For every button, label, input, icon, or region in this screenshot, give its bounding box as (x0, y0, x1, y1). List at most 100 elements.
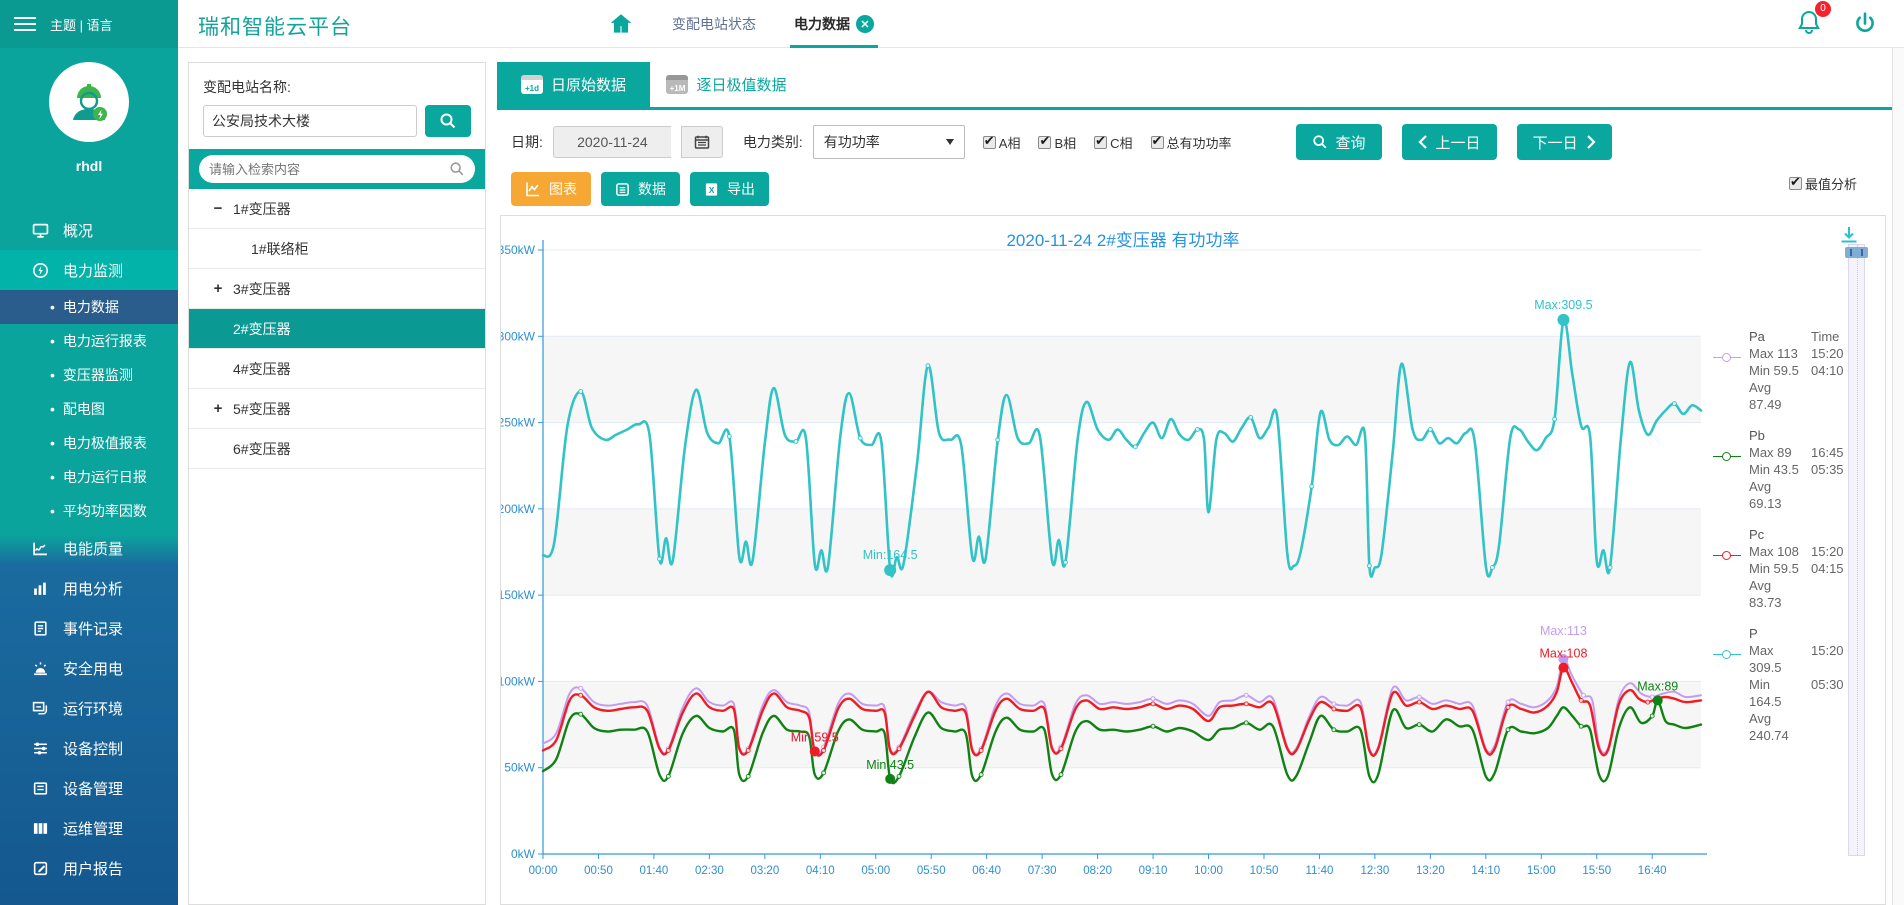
sidebar-item-environment[interactable]: 运行环境 (0, 688, 178, 728)
svg-text:13:20: 13:20 (1416, 865, 1445, 877)
tree-node-transformer6[interactable]: 6#变压器 (189, 429, 485, 469)
svg-text:02:30: 02:30 (695, 865, 724, 877)
sidebar-item-power-monitor[interactable]: 电力监测 (0, 250, 178, 290)
page-scrollbar[interactable] (1892, 48, 1904, 905)
hamburger-menu-icon[interactable] (14, 13, 36, 35)
notification-bell[interactable]: 0 (1796, 8, 1822, 41)
svg-text:09:10: 09:10 (1139, 865, 1168, 877)
power-chart[interactable]: 0kW50kW100kW150kW200kW250kW300kW350kW00:… (501, 216, 1885, 904)
calendar-1d-icon: +1d (521, 75, 543, 94)
svg-text:Max:108: Max:108 (1539, 647, 1587, 661)
tab-daily-extreme-data[interactable]: +1M 逐日极值数据 (650, 62, 803, 107)
tree-node-transformer5[interactable]: + 5#变压器 (189, 389, 485, 429)
svg-text:10:50: 10:50 (1250, 865, 1279, 877)
svg-text:08:20: 08:20 (1083, 865, 1112, 877)
svg-text:350kW: 350kW (501, 243, 536, 257)
nav-tab-power-data[interactable]: 电力数据 ✕ (794, 0, 874, 48)
theme-language-link[interactable]: 主题 | 语言 (50, 15, 113, 34)
bar-chart-icon (32, 580, 49, 597)
date-input[interactable]: 2020-11-24 (553, 126, 671, 158)
tree-node-transformer3[interactable]: + 3#变压器 (189, 269, 485, 309)
svg-text:150kW: 150kW (501, 588, 536, 602)
query-button[interactable]: 查询 (1296, 124, 1382, 160)
tree-node-transformer4[interactable]: 4#变压器 (189, 349, 485, 389)
sidebar-item-usage-analysis[interactable]: 用电分析 (0, 568, 178, 608)
station-search-button[interactable] (425, 105, 471, 137)
sidebar-subitem-distribution-diagram[interactable]: •配电图 (0, 392, 178, 426)
svg-text:04:10: 04:10 (806, 865, 835, 877)
tree-node-tie-cabinet1[interactable]: 1#联络柜 (189, 229, 485, 269)
svg-text:Min:43.5: Min:43.5 (866, 758, 914, 772)
topbar: 瑞和智能云平台 变配电站状态 电力数据 ✕ 0 (178, 0, 1904, 48)
power-logout-icon[interactable] (1852, 11, 1878, 37)
y-axis-zoom-slider[interactable] (1848, 244, 1865, 856)
svg-text:100kW: 100kW (501, 674, 536, 688)
tab-daily-raw-data[interactable]: +1d 日原始数据 (497, 62, 650, 107)
page-title: 瑞和智能云平台 (198, 11, 352, 41)
p-series-marker-icon (1713, 650, 1741, 659)
search-icon (439, 112, 457, 130)
checkbox-phase-b[interactable]: B相 (1038, 133, 1076, 152)
sidebar-item-overview[interactable]: 概况 (0, 210, 178, 250)
expand-icon[interactable]: + (211, 400, 225, 417)
power-category-select[interactable]: 有功功率 (813, 125, 965, 159)
tree-node-transformer1[interactable]: − 1#变压器 (189, 189, 485, 229)
collapse-icon[interactable]: − (211, 200, 225, 217)
tree-filter-input[interactable] (209, 162, 449, 177)
alarm-icon (32, 660, 49, 677)
sidebar-item-user-report[interactable]: 用户报告 (0, 848, 178, 888)
sidebar-subitem-power-report[interactable]: •电力运行报表 (0, 324, 178, 358)
sidebar-item-event-record[interactable]: 事件记录 (0, 608, 178, 648)
svg-text:10:00: 10:00 (1194, 865, 1223, 877)
checkbox-icon (983, 136, 996, 149)
sidebar-item-energy-quality[interactable]: 电能质量 (0, 528, 178, 568)
sidebar-item-device-management[interactable]: 设备管理 (0, 768, 178, 808)
close-tab-icon[interactable]: ✕ (856, 15, 874, 33)
pa-series-marker-icon (1713, 353, 1741, 362)
tree-node-transformer2[interactable]: 2#变压器 (189, 309, 485, 349)
calendar-picker-button[interactable] (681, 126, 723, 158)
sidebar-subitem-daily-report[interactable]: •电力运行日报 (0, 460, 178, 494)
svg-text:03:20: 03:20 (750, 865, 779, 877)
sidebar-item-safe-power[interactable]: 安全用电 (0, 648, 178, 688)
excel-export-icon: X (704, 182, 719, 197)
date-label: 日期: (511, 132, 543, 152)
sidebar-subitem-extreme-report[interactable]: •电力极值报表 (0, 426, 178, 460)
sidebar-subitem-power-data[interactable]: •电力数据 (0, 290, 178, 324)
sidebar-item-device-control[interactable]: 设备控制 (0, 728, 178, 768)
pb-series-marker-icon (1713, 452, 1741, 461)
chart-view-button[interactable]: 图表 (511, 172, 591, 206)
svg-text:Min:164.5: Min:164.5 (863, 548, 918, 562)
checkbox-phase-a[interactable]: A相 (983, 133, 1021, 152)
data-view-button[interactable]: 数据 (601, 172, 680, 206)
sidebar: 主题 | 语言 rhdl 概况 电力监测 •电力数据 •电力运行报表 •变压器监… (0, 0, 178, 905)
stat-block-pc: Pc Max 10815:20 Min 59.504:15 Avg 83.73 (1713, 526, 1853, 611)
zoom-slider-handle[interactable] (1845, 247, 1868, 258)
quality-chart-icon (32, 540, 49, 557)
avatar[interactable] (49, 62, 129, 142)
checkbox-phase-c[interactable]: C相 (1094, 133, 1132, 152)
svg-text:Max:89: Max:89 (1637, 679, 1678, 693)
pc-series-marker-icon (1713, 551, 1741, 560)
nav-tab-substation-status[interactable]: 变配电站状态 (672, 0, 756, 48)
home-icon[interactable] (608, 11, 634, 37)
expand-icon[interactable]: + (211, 280, 225, 297)
sidebar-subitem-avg-power-factor[interactable]: •平均功率因数 (0, 494, 178, 528)
calendar-1m-icon: +1M (666, 75, 688, 94)
category-label: 电力类别: (743, 132, 803, 152)
sidebar-item-ops-management[interactable]: 运维管理 (0, 808, 178, 848)
username: rhdl (0, 158, 178, 174)
checkbox-total-active-power[interactable]: 总有功功率 (1151, 133, 1232, 152)
previous-day-button[interactable]: 上一日 (1402, 124, 1497, 160)
extreme-analysis-checkbox[interactable]: 最值分析 (1789, 174, 1857, 193)
sidebar-subitem-transformer-monitor[interactable]: •变压器监测 (0, 358, 178, 392)
next-day-button[interactable]: 下一日 (1517, 124, 1612, 160)
station-name-label: 变配电站名称: (203, 77, 485, 97)
stat-block-pb: Pb Max 8916:45 Min 43.505:35 Avg 69.13 (1713, 427, 1853, 512)
power-circle-icon (32, 262, 49, 279)
export-button[interactable]: X 导出 (690, 172, 769, 206)
station-name-input[interactable] (203, 105, 417, 137)
svg-text:50kW: 50kW (504, 761, 535, 775)
topbar-right: 0 (1796, 0, 1878, 48)
topbar-nav: 变配电站状态 电力数据 ✕ (608, 0, 874, 48)
